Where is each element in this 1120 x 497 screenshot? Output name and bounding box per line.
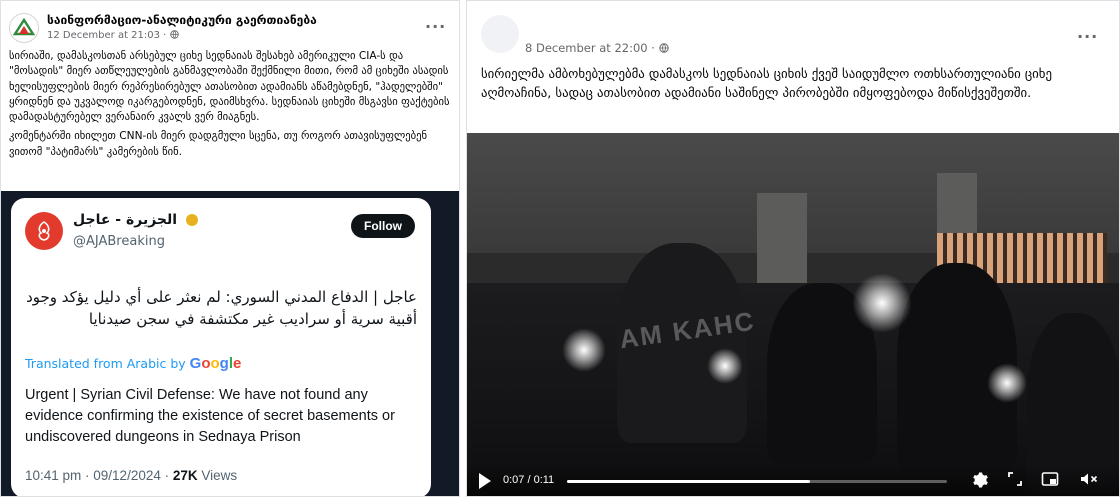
- video-scene-light: [707, 348, 743, 384]
- video-scene-light: [987, 363, 1027, 403]
- video-timecode: 0:07 / 0:11: [503, 474, 555, 486]
- tweet-display-name-text[interactable]: الجزيرة - عاجل: [73, 212, 177, 228]
- follow-button[interactable]: Follow: [351, 214, 415, 238]
- post-timestamp[interactable]: 12 December at 21:03 ·: [47, 30, 179, 41]
- post-timestamp-text[interactable]: 12 December at 21:03 ·: [47, 30, 170, 41]
- play-icon[interactable]: [479, 473, 491, 489]
- page-avatar[interactable]: [481, 15, 519, 53]
- post-timestamp-text[interactable]: 8 December at 22:00 ·: [525, 41, 659, 55]
- video-progress-bar[interactable]: [567, 480, 947, 483]
- translated-by-link[interactable]: Translated from Arabic by Google: [25, 355, 241, 372]
- tweet-display-name[interactable]: الجزيرة - عاجل: [73, 212, 198, 228]
- google-letter: G: [189, 355, 202, 372]
- settings-icon[interactable]: [971, 471, 989, 493]
- volume-muted-icon[interactable]: [1079, 471, 1099, 491]
- post-text: სირიაში, დამასკოსთან არსებულ ციხე სედნაი…: [9, 49, 453, 164]
- tweet-card[interactable]: الجزيرة - عاجل @AJABreaking Follow عاجل …: [11, 198, 431, 496]
- page-avatar[interactable]: [9, 13, 39, 43]
- google-letter: o: [210, 355, 220, 372]
- more-options-icon[interactable]: ···: [425, 17, 446, 36]
- tweet-handle[interactable]: @AJABreaking: [73, 234, 165, 249]
- video-player[interactable]: AM KAHC 0:07 / 0:11: [467, 133, 1119, 496]
- page-name[interactable]: საინფორმაციო-ანალიტიკური გაერთიანება: [47, 13, 317, 27]
- tweet-english-text: Urgent | Syrian Civil Defense: We have n…: [25, 387, 395, 445]
- tweet-avatar[interactable]: [25, 212, 63, 250]
- globe-icon: [169, 30, 179, 39]
- more-options-icon[interactable]: ···: [1077, 27, 1098, 46]
- tweet-arabic-text: عاجل | الدفاع المدني السوري: لم نعثر على…: [26, 288, 417, 328]
- globe-icon: [658, 43, 669, 53]
- video-scene-light: [852, 273, 912, 333]
- aljazeera-logo-icon: [38, 221, 50, 241]
- post-paragraph: სირიაში, დამასკოსთან არსებულ ციხე სედნაი…: [9, 50, 450, 124]
- video-controls: 0:07 / 0:11: [467, 463, 1119, 496]
- post-text: სირიელმა ამბოხებულებმა დამასკოს სედნაიას…: [481, 67, 1052, 101]
- video-scene-light: [562, 328, 606, 372]
- fullscreen-icon[interactable]: [1007, 471, 1023, 491]
- video-progress-fill: [567, 480, 811, 483]
- left-post-header: საინფორმაციო-ანალიტიკური გაერთიანება 12 …: [9, 11, 453, 43]
- google-letter: o: [201, 355, 211, 372]
- tweet-views-count: 27K: [172, 468, 198, 483]
- picture-in-picture-icon[interactable]: [1041, 471, 1059, 491]
- post-timestamp[interactable]: 8 December at 22:00 ·: [525, 41, 669, 55]
- tweet-meta: 10:41 pm · 09/12/2024 · 27K Views: [25, 468, 237, 483]
- right-post: 8 December at 22:00 · ··· სირიელმა ამბოხ…: [466, 0, 1120, 497]
- page-logo-icon: [12, 17, 36, 36]
- tweet-views-label: Views: [197, 468, 238, 483]
- left-post: საინფორმაციო-ანალიტიკური გაერთიანება 12 …: [0, 0, 460, 497]
- google-letter: g: [219, 355, 229, 372]
- translated-label[interactable]: Translated from Arabic by: [25, 356, 186, 371]
- tweet-datetime[interactable]: 10:41 pm · 09/12/2024 ·: [25, 468, 173, 483]
- google-letter: e: [233, 355, 242, 372]
- google-logo: Google: [190, 355, 242, 372]
- verified-badge-icon: [185, 214, 198, 226]
- post-paragraph: კომენტარში იხილეთ CNN-ის მიერ დადგმული ს…: [9, 130, 428, 158]
